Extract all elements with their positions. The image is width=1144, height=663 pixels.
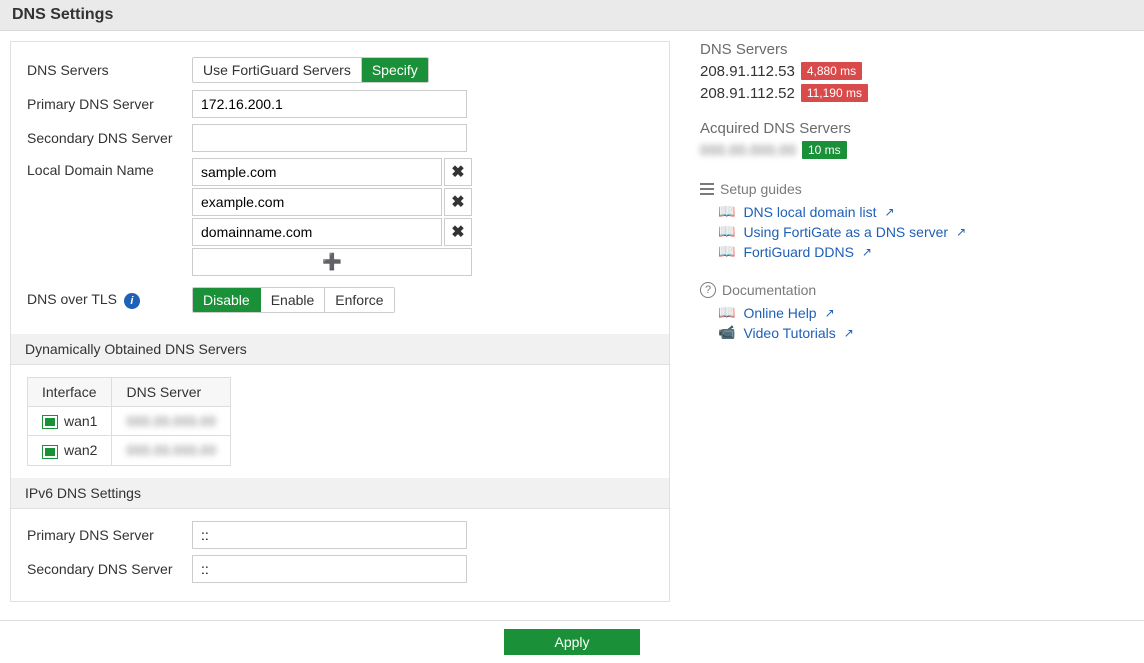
server-ip: 208.91.112.53: [700, 63, 795, 80]
book-icon: 📖: [718, 304, 735, 321]
dynamic-dns-title: Dynamically Obtained DNS Servers: [11, 334, 669, 365]
interface-icon: [42, 415, 58, 429]
external-link-icon: ↗: [825, 306, 835, 320]
add-domain-button[interactable]: ➕: [192, 248, 472, 276]
close-icon: ✖: [451, 162, 464, 182]
setup-guide-link[interactable]: DNS local domain list: [743, 204, 876, 220]
acquired-dns-title: Acquired DNS Servers: [700, 120, 1134, 137]
secondary-dns-label: Secondary DNS Server: [27, 130, 192, 146]
seg-specify[interactable]: Specify: [362, 58, 428, 82]
dns-server-value: 000.00.000.00: [126, 442, 216, 458]
table-row: wan1 000.00.000.00: [28, 407, 231, 436]
local-domain-label: Local Domain Name: [27, 158, 192, 178]
ipv6-primary-label: Primary DNS Server: [27, 527, 192, 543]
server-line: 208.91.112.52 11,190 ms: [700, 84, 1134, 102]
col-dns-server: DNS Server: [112, 378, 231, 407]
domain-input[interactable]: [192, 218, 442, 246]
book-icon: 📖: [718, 203, 735, 220]
interface-name: wan2: [64, 442, 97, 458]
video-icon: 📹: [718, 324, 735, 341]
primary-dns-input[interactable]: [192, 90, 467, 118]
secondary-dns-input[interactable]: [192, 124, 467, 152]
remove-domain-button[interactable]: ✖: [444, 158, 472, 186]
documentation-header: ? Documentation: [700, 282, 1134, 298]
server-line: 000.00.000.00 10 ms: [700, 141, 1134, 159]
plus-icon: ➕: [322, 252, 342, 272]
domain-input[interactable]: [192, 188, 442, 216]
dns-server-value: 000.00.000.00: [126, 413, 216, 429]
seg-use-fortiguard[interactable]: Use FortiGuard Servers: [193, 58, 362, 82]
external-link-icon: ↗: [862, 245, 872, 259]
primary-dns-label: Primary DNS Server: [27, 96, 192, 112]
book-icon: 📖: [718, 243, 735, 260]
remove-domain-button[interactable]: ✖: [444, 188, 472, 216]
latency-badge: 4,880 ms: [801, 62, 862, 80]
close-icon: ✖: [451, 192, 464, 212]
external-link-icon: ↗: [844, 326, 854, 340]
ipv6-secondary-input[interactable]: [192, 555, 467, 583]
book-icon: 📖: [718, 223, 735, 240]
latency-badge: 10 ms: [802, 141, 847, 159]
domain-input[interactable]: [192, 158, 442, 186]
server-line: 208.91.112.53 4,880 ms: [700, 62, 1134, 80]
dns-tls-toggle[interactable]: Disable Enable Enforce: [192, 287, 395, 313]
dns-servers-toggle[interactable]: Use FortiGuard Servers Specify: [192, 57, 429, 83]
latency-badge: 11,190 ms: [801, 84, 868, 102]
external-link-icon: ↗: [956, 225, 966, 239]
setup-guide-link[interactable]: FortiGuard DDNS: [743, 244, 853, 260]
info-icon[interactable]: i: [124, 293, 140, 309]
dynamic-dns-table: Interface DNS Server wan1000.00.000.00wa…: [27, 377, 231, 466]
question-icon: ?: [700, 282, 716, 298]
seg-tls-disable[interactable]: Disable: [193, 288, 261, 312]
dns-servers-side-title: DNS Servers: [700, 41, 1134, 58]
seg-tls-enforce[interactable]: Enforce: [325, 288, 393, 312]
doc-link[interactable]: Online Help: [743, 305, 816, 321]
apply-button[interactable]: Apply: [504, 629, 639, 655]
ipv6-secondary-label: Secondary DNS Server: [27, 561, 192, 577]
close-icon: ✖: [451, 222, 464, 242]
seg-tls-enable[interactable]: Enable: [261, 288, 326, 312]
remove-domain-button[interactable]: ✖: [444, 218, 472, 246]
list-icon: [700, 183, 714, 195]
table-row: wan2 000.00.000.00: [28, 436, 231, 465]
dns-over-tls-label: DNS over TLS i: [27, 291, 192, 309]
setup-guide-link[interactable]: Using FortiGate as a DNS server: [743, 224, 948, 240]
interface-name: wan1: [64, 413, 97, 429]
external-link-icon: ↗: [885, 205, 895, 219]
doc-link[interactable]: Video Tutorials: [743, 325, 835, 341]
server-ip: 208.91.112.52: [700, 85, 795, 102]
setup-guides-header: Setup guides: [700, 181, 1134, 197]
col-interface: Interface: [28, 378, 112, 407]
server-ip: 000.00.000.00: [700, 142, 796, 159]
ipv6-title: IPv6 DNS Settings: [11, 478, 669, 509]
dns-servers-label: DNS Servers: [27, 62, 192, 78]
page-title: DNS Settings: [0, 0, 1144, 31]
ipv6-primary-input[interactable]: [192, 521, 467, 549]
interface-icon: [42, 445, 58, 459]
